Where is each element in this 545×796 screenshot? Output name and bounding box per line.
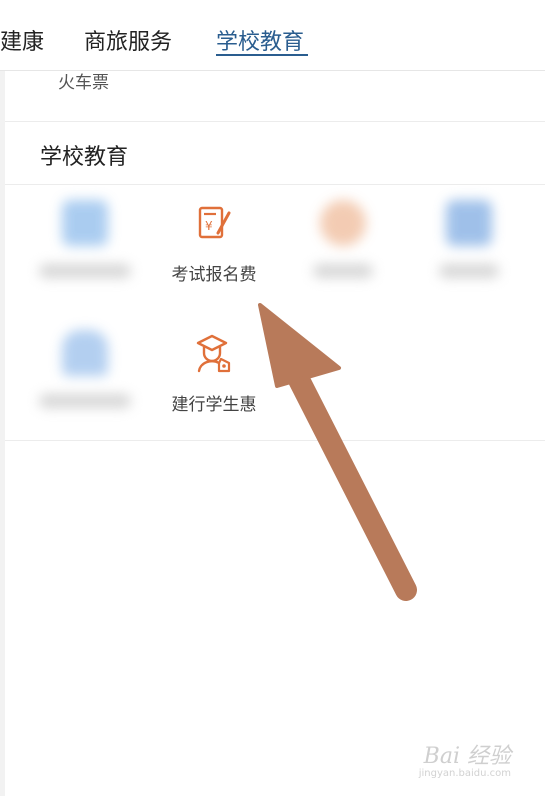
annotation-arrow [258,303,417,601]
watermark-url: jingyan.baidu.com [418,768,511,779]
watermark-logo: Bai 经验 [423,744,511,769]
